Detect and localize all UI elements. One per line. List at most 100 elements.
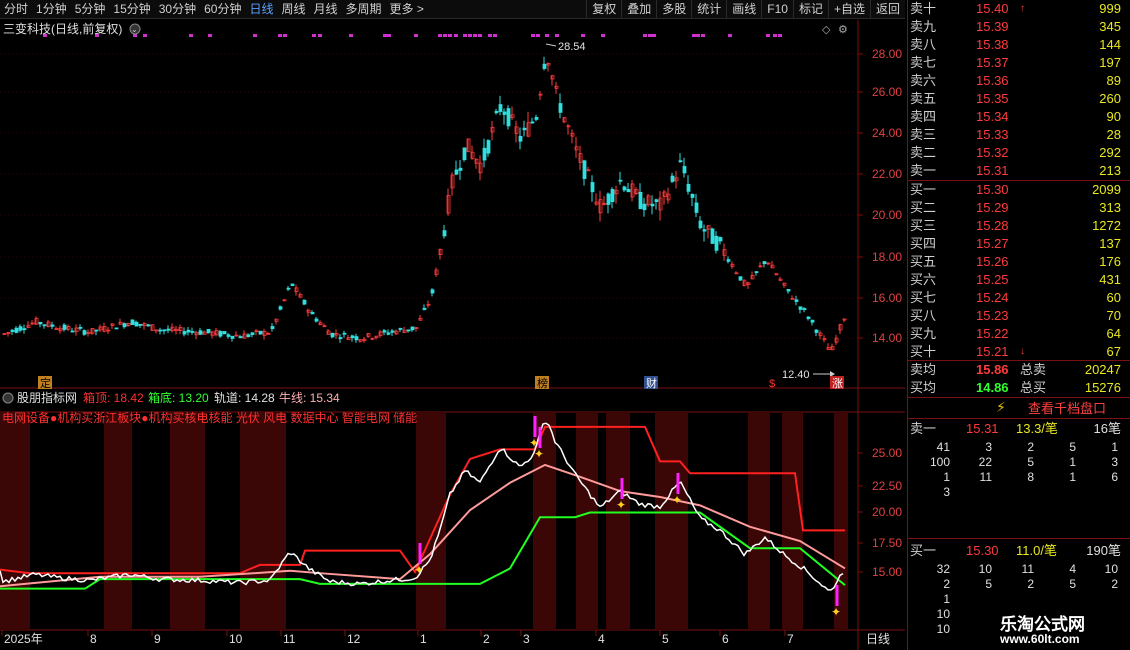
level-label: 卖九	[910, 19, 937, 34]
main-y-tick: 28.00	[872, 47, 902, 61]
queue-cell: 100	[929, 455, 950, 469]
level-volume: 213	[1099, 163, 1121, 178]
main-y-tick: 24.00	[872, 126, 902, 140]
level-volume: 67	[1106, 344, 1121, 359]
toolbar: 分时 1分钟 5分钟 15分钟 30分钟 60分钟 日线 周线 月线 多周期 更多 > 复权 叠加 多股…	[0, 0, 905, 19]
level-price: 15.28	[976, 218, 1009, 233]
level-label: 买十	[910, 344, 937, 359]
queue-cell: 3	[985, 440, 992, 454]
level-price: 15.35	[976, 91, 1009, 106]
queue-grid-row: 2 5 2 5 2	[908, 577, 1130, 592]
level-label: 买五	[910, 254, 937, 269]
x-axis-label: 2	[483, 632, 490, 646]
queue-order-count: 16笔	[1093, 421, 1121, 436]
order-book-panel: 卖十 15.40 ↑ 999 卖九 15.39 345 卖八 15.38 144 卖七 15.37 19…	[907, 0, 1130, 650]
queue-cell: 6	[1111, 470, 1118, 484]
toolbar-button-6[interactable]: 标记	[792, 0, 828, 19]
level-label: 卖二	[910, 145, 937, 160]
level-price: 15.26	[976, 254, 1009, 269]
avg-value: 15.86	[976, 362, 1009, 377]
level-label: 卖七	[910, 55, 937, 70]
main-y-tick: 18.00	[872, 250, 902, 264]
indicator-y-tick: 15.00	[872, 565, 902, 579]
toolbar-button-7[interactable]: +自选	[827, 0, 870, 19]
butterfly-icon: ✦	[414, 563, 424, 577]
queue-label: 买一	[910, 543, 937, 558]
indicator-chevron-icon[interactable]	[2, 392, 14, 404]
toolbar-button-4[interactable]: 画线	[726, 0, 761, 19]
level-price: 15.38	[976, 37, 1009, 52]
period-tab-7[interactable]: 周线	[277, 0, 309, 19]
butterfly-icon: ✦	[672, 493, 682, 507]
bid-level-3: 买四 15.27 137	[908, 235, 1130, 253]
book-divider	[908, 538, 1130, 539]
queue-cell: 2	[1111, 577, 1118, 591]
watermark-url: www.60lt.com	[1000, 632, 1080, 646]
level-volume: 28	[1106, 127, 1121, 142]
level-price: 15.37	[976, 55, 1009, 70]
toolbar-button-2[interactable]: 多股	[656, 0, 691, 19]
period-tab-8[interactable]: 月线	[310, 0, 342, 19]
sell-queue-grid: 41 3 2 5 1 100 22 5 1 3 1 11 8 1 6 3	[908, 440, 1130, 500]
level-volume: 137	[1099, 236, 1121, 251]
toolbar-button-1[interactable]: 叠加	[621, 0, 656, 19]
box-top-label: 箱顶: 18.42	[83, 390, 144, 405]
queue-cell: 1	[943, 470, 950, 484]
marker-cai[interactable]: 财	[646, 376, 657, 390]
level-label: 买三	[910, 218, 937, 233]
toolbar-button-0[interactable]: 复权	[586, 0, 621, 19]
ask-level-6: 卖四 15.34 90	[908, 108, 1130, 126]
period-tab-0[interactable]: 分时	[0, 0, 32, 19]
queue-per-order: 13.3/笔	[1016, 421, 1058, 436]
toolbar-button-8[interactable]: 返回	[869, 0, 905, 19]
level-price: 15.22	[976, 326, 1009, 341]
level-price: 15.36	[976, 73, 1009, 88]
level-price: 15.32	[976, 145, 1009, 160]
chart-area: 28.00 26.00 24.00 22.00 20.00 18.00 16.00 14.00…	[0, 20, 905, 650]
watermark: 乐淘公式网 www.60lt.com	[988, 606, 1130, 650]
level-volume: 1272	[1092, 218, 1121, 233]
view-depth-button[interactable]: ⚡ 查看千档盘口	[908, 397, 1130, 418]
high-price-label: 28.54	[558, 41, 586, 53]
queue-cell: 10	[1104, 562, 1118, 576]
period-tab-1[interactable]: 1分钟	[32, 0, 71, 19]
period-tab-10[interactable]: 更多 >	[386, 0, 428, 19]
x-axis-label: 6	[722, 632, 729, 646]
level-label: 卖三	[910, 127, 937, 142]
period-tab-5[interactable]: 60分钟	[200, 0, 245, 19]
bull-line-label: 牛线: 15.34	[279, 390, 340, 405]
toolbar-button-5[interactable]: F10	[761, 0, 793, 19]
ask-level-3: 卖七 15.37 197	[908, 54, 1130, 72]
period-tab-4[interactable]: 30分钟	[155, 0, 200, 19]
period-tab-6[interactable]: 日线	[245, 0, 277, 19]
main-y-tick: 20.00	[872, 208, 902, 222]
marker-zhang[interactable]: 涨	[832, 377, 843, 390]
level-price: 15.31	[976, 163, 1009, 178]
x-axis-label: 7	[787, 632, 794, 646]
period-tab-3[interactable]: 15分钟	[109, 0, 154, 19]
period-tab-9[interactable]: 多周期	[342, 0, 386, 19]
toolbar-buttons: 复权 叠加 多股 统计 画线 F10 标记 +自选 返回	[586, 0, 905, 19]
marker-bang[interactable]: 榜	[537, 376, 548, 390]
x-axis-label: 4	[598, 632, 605, 646]
butterfly-icon: ✦	[616, 498, 626, 512]
period-tab-2[interactable]: 5分钟	[71, 0, 110, 19]
diamond-icon[interactable]: ◇	[822, 24, 831, 36]
ask-level-2: 卖八 15.38 144	[908, 36, 1130, 54]
queue-grid-row: 3	[908, 485, 1130, 500]
marker-ding[interactable]: 定	[40, 376, 51, 390]
marker-dollar[interactable]: $	[769, 378, 775, 390]
queue-cell: 10	[936, 607, 950, 621]
ask-level-0: 卖十 15.40 ↑ 999	[908, 0, 1130, 18]
track-label: 轨道: 14.28	[214, 391, 275, 405]
level-volume: 90	[1106, 109, 1121, 124]
period-tabs: 分时 1分钟 5分钟 15分钟 30分钟 60分钟 日线 周线 月线 多周期 更多 >	[0, 0, 428, 19]
x-axis-label: 11	[283, 632, 296, 646]
toolbar-button-3[interactable]: 统计	[691, 0, 726, 19]
settings-icon[interactable]: ⚙	[838, 24, 848, 36]
chart-title: 三变科技(日线,前复权)	[3, 21, 122, 36]
avg-label: 卖均	[910, 362, 937, 377]
level-label: 卖六	[910, 73, 937, 88]
level-volume: 431	[1099, 272, 1121, 287]
ask-level-9: 卖一 15.31 213	[908, 162, 1130, 180]
